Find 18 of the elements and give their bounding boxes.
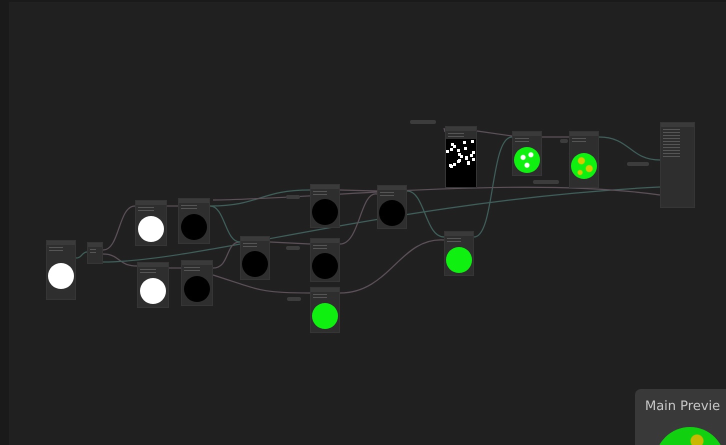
graph-node[interactable] [310, 287, 340, 333]
graph-node[interactable] [310, 184, 340, 228]
graph-node[interactable] [240, 236, 270, 280]
graph-node[interactable] [377, 185, 407, 229]
graph-node[interactable] [137, 262, 169, 308]
graph-node[interactable] [46, 240, 76, 300]
graph-node[interactable] [135, 200, 167, 246]
panel-title: Main Previe [644, 398, 722, 414]
graph-node[interactable] [181, 260, 213, 306]
property-pill[interactable] [560, 139, 568, 143]
graph-node[interactable] [87, 242, 103, 264]
graph-node[interactable] [178, 198, 210, 244]
graph-node[interactable] [512, 131, 542, 176]
graph-node[interactable] [444, 231, 474, 276]
graph-node[interactable] [310, 238, 340, 282]
graph-node[interactable] [445, 126, 477, 188]
graph-node[interactable] [660, 122, 695, 208]
graph-node[interactable] [569, 131, 599, 188]
